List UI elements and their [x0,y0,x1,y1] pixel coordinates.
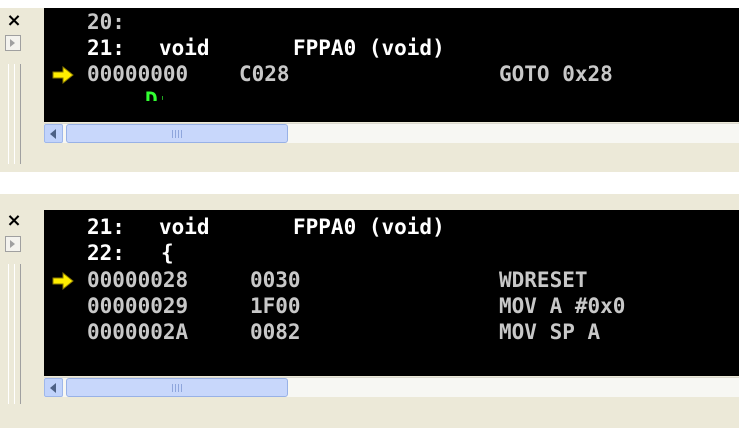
disassembly-panel-1: × 20: 21: void FPPA0 (void) 00000000 C02… [0,8,739,172]
mnemonic: MOV SP A [499,320,601,344]
grip-handle-inner[interactable] [14,264,21,404]
address: 00000029 [87,294,189,318]
restore-icon[interactable] [5,236,21,252]
code-line-current: 00000028 0030 WDRESET [87,267,588,293]
mnemonic: MOV A #0x0 [499,294,626,318]
opcode: 1F00 [250,294,301,318]
source-text: FPPA0 (void) [293,36,445,60]
code-line: 21: void FPPA0 (void) [87,214,445,240]
arrow-right-icon [52,65,74,85]
horizontal-scrollbar[interactable] [44,377,739,397]
thumb-grip-icon [172,130,184,138]
thumb-grip-icon [172,384,184,392]
line-number: 21: [87,215,125,239]
close-icon[interactable]: × [4,212,24,230]
code-line: 00000029 1F00 MOV A #0x0 [87,293,625,319]
disassembly-panel-2: × 21: void FPPA0 (void) 22: { 00000028 0… [0,194,739,428]
code-line: 21: void FPPA0 (void) [87,35,445,61]
disassembly-view[interactable]: 20: 21: void FPPA0 (void) 00000000 C028 … [44,8,739,122]
line-number: 20: [87,10,125,34]
source-text: FPPA0 (void) [293,215,445,239]
grip-handle-inner[interactable] [14,64,21,164]
address: 0000002A [87,320,189,344]
scroll-thumb[interactable] [66,124,288,143]
line-number: 22: [87,241,125,265]
restore-icon[interactable] [5,35,21,51]
scroll-thumb[interactable] [66,378,288,397]
line-gutter[interactable] [44,210,83,376]
mnemonic: GOTO 0x28 [499,62,613,86]
line-number: 21: [87,36,125,60]
source-text: { [161,241,174,265]
code-line: 22: { [87,240,174,266]
panel-separator [0,172,739,194]
close-icon[interactable]: × [4,12,24,30]
scroll-left-button[interactable] [44,124,63,143]
address: 00000028 [87,268,189,292]
horizontal-scrollbar[interactable] [44,123,739,143]
opcode: 0030 [250,268,301,292]
source-path: D:\Kontlos\System\PDK00\Source\Project [145,88,626,112]
mnemonic: WDRESET [499,268,588,292]
opcode: C028 [239,62,290,86]
panel-toolbar: × [0,194,44,428]
top-margin [0,0,739,8]
arrow-right-icon [52,271,74,291]
code-line: 20: [87,9,163,35]
source-keyword: void [159,215,210,239]
code-line: 0000002A 0082 MOV SP A [87,319,600,345]
address: 00000000 [87,62,189,86]
disassembly-view[interactable]: 21: void FPPA0 (void) 22: { 00000028 003… [44,210,739,376]
scroll-left-button[interactable] [44,378,63,397]
code-line-current: 00000000 C028 GOTO 0x28 [87,61,613,87]
opcode: 0082 [250,320,301,344]
source-keyword: void [159,36,210,60]
panel-toolbar: × [0,8,44,172]
